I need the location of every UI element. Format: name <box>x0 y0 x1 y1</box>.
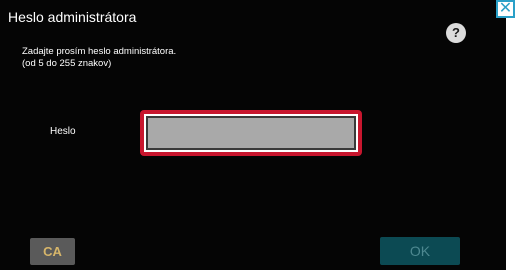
instructions: Zadajte prosím heslo administrátora. (od… <box>22 46 176 70</box>
ok-button[interactable]: OK <box>380 237 460 265</box>
close-icon: ✕ <box>498 0 513 17</box>
password-label: Heslo <box>50 126 76 137</box>
help-button[interactable]: ? <box>446 23 466 43</box>
close-button[interactable]: ✕ <box>496 0 515 18</box>
admin-password-dialog: Heslo administrátora ? Zadajte prosím he… <box>0 0 506 270</box>
password-field-frame <box>140 110 362 156</box>
clear-all-button[interactable]: CA <box>30 238 75 265</box>
instruction-length-hint: (od 5 do 255 znakov) <box>22 58 112 69</box>
instruction-line: Zadajte prosím heslo administrátora. <box>22 46 177 57</box>
help-icon: ? <box>452 25 460 40</box>
dialog-title: Heslo administrátora <box>8 9 137 25</box>
password-input[interactable] <box>146 116 356 150</box>
